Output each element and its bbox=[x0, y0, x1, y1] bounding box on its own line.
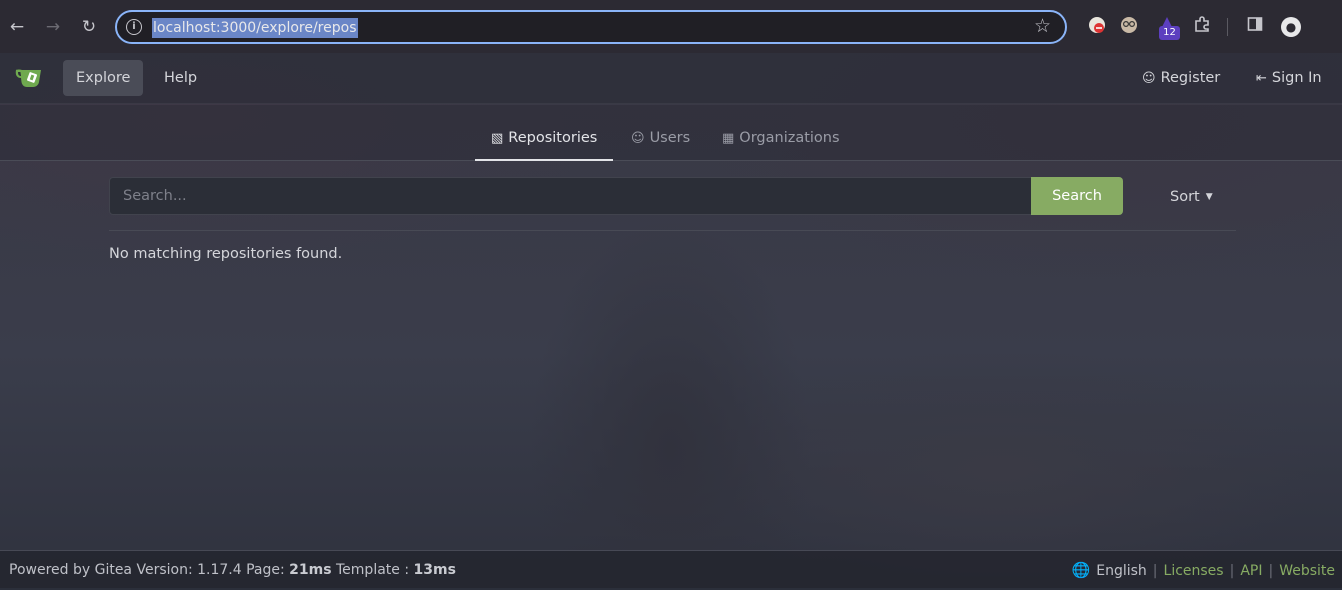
sidepanel-icon[interactable] bbox=[1243, 15, 1267, 39]
licenses-link[interactable]: Licenses bbox=[1164, 563, 1224, 579]
sign-in-icon: ⇤ bbox=[1256, 71, 1267, 86]
footer-separator: | bbox=[1152, 563, 1158, 579]
profile-icon[interactable]: ● bbox=[1281, 17, 1301, 37]
url-text[interactable]: localhost:3000/explore/repos bbox=[152, 18, 358, 38]
reader-extension-icon[interactable] bbox=[1117, 15, 1141, 39]
sort-dropdown[interactable]: Sort ▼ bbox=[1170, 187, 1213, 207]
search-button[interactable]: Search bbox=[1031, 177, 1123, 215]
info-icon[interactable]: i bbox=[126, 19, 142, 35]
sort-label: Sort bbox=[1170, 189, 1200, 205]
register-label: Register bbox=[1160, 70, 1221, 86]
reload-icon[interactable]: ↻ bbox=[76, 14, 102, 40]
explore-tabs: ▧ Repositories ☺ Users ▦ Organizations bbox=[0, 105, 1342, 161]
toolbar-divider bbox=[1227, 18, 1228, 36]
tab-users[interactable]: ☺ Users bbox=[615, 105, 706, 161]
star-icon[interactable]: ☆ bbox=[1034, 15, 1051, 37]
website-link[interactable]: Website bbox=[1279, 563, 1335, 579]
nav-help[interactable]: Help bbox=[151, 60, 210, 96]
extension-badge: 12 bbox=[1159, 26, 1180, 40]
footer-links: 🌐 English | Licenses | API | Website bbox=[1072, 551, 1335, 590]
tab-organizations[interactable]: ▦ Organizations bbox=[706, 105, 856, 161]
footer-separator: | bbox=[1268, 563, 1274, 579]
template-text: Template : bbox=[331, 562, 414, 578]
tab-repositories-label: Repositories bbox=[508, 130, 598, 146]
api-link[interactable]: API bbox=[1240, 563, 1262, 579]
divider bbox=[109, 230, 1236, 231]
person-icon: ☺ bbox=[1142, 71, 1156, 86]
gitea-logo-icon[interactable] bbox=[15, 65, 45, 89]
browser-window: ← → ↻ i localhost:3000/explore/repos ☆ 1… bbox=[0, 0, 1342, 588]
tab-repositories[interactable]: ▧ Repositories bbox=[475, 105, 614, 161]
language-selector[interactable]: English bbox=[1096, 563, 1147, 579]
page-time: 21ms bbox=[289, 562, 332, 578]
powered-by-text: Powered by Gitea Version: 1.17.4 Page: bbox=[9, 562, 290, 578]
signin-link[interactable]: ⇤ Sign In bbox=[1256, 60, 1322, 96]
template-time: 13ms bbox=[413, 562, 456, 578]
footer-version-info: Powered by Gitea Version: 1.17.4 Page: 2… bbox=[9, 551, 456, 589]
organization-icon: ▦ bbox=[722, 131, 735, 146]
footer-separator: | bbox=[1229, 563, 1235, 579]
empty-state-message: No matching repositories found. bbox=[109, 246, 343, 262]
browser-toolbar: ← → ↻ i localhost:3000/explore/repos ☆ 1… bbox=[0, 0, 1342, 53]
adblock-extension-icon[interactable] bbox=[1085, 15, 1109, 39]
register-link[interactable]: ☺ Register bbox=[1142, 60, 1220, 96]
caret-down-icon: ▼ bbox=[1205, 192, 1213, 202]
repo-icon: ▧ bbox=[491, 131, 504, 146]
back-icon[interactable]: ← bbox=[4, 14, 30, 40]
forward-icon[interactable]: → bbox=[40, 14, 66, 40]
globe-icon: 🌐 bbox=[1071, 561, 1091, 579]
tab-users-label: Users bbox=[649, 130, 691, 146]
tab-organizations-label: Organizations bbox=[739, 130, 840, 146]
address-bar[interactable]: i localhost:3000/explore/repos ☆ bbox=[115, 10, 1067, 44]
footer: Powered by Gitea Version: 1.17.4 Page: 2… bbox=[0, 550, 1342, 588]
extensions-icon[interactable] bbox=[1190, 15, 1214, 39]
top-navbar: Explore Help ☺ Register ⇤ Sign In bbox=[0, 53, 1342, 104]
signin-label: Sign In bbox=[1271, 70, 1322, 86]
search-input[interactable] bbox=[109, 177, 1032, 215]
person-icon: ☺ bbox=[631, 131, 645, 146]
nav-explore[interactable]: Explore bbox=[63, 60, 144, 96]
